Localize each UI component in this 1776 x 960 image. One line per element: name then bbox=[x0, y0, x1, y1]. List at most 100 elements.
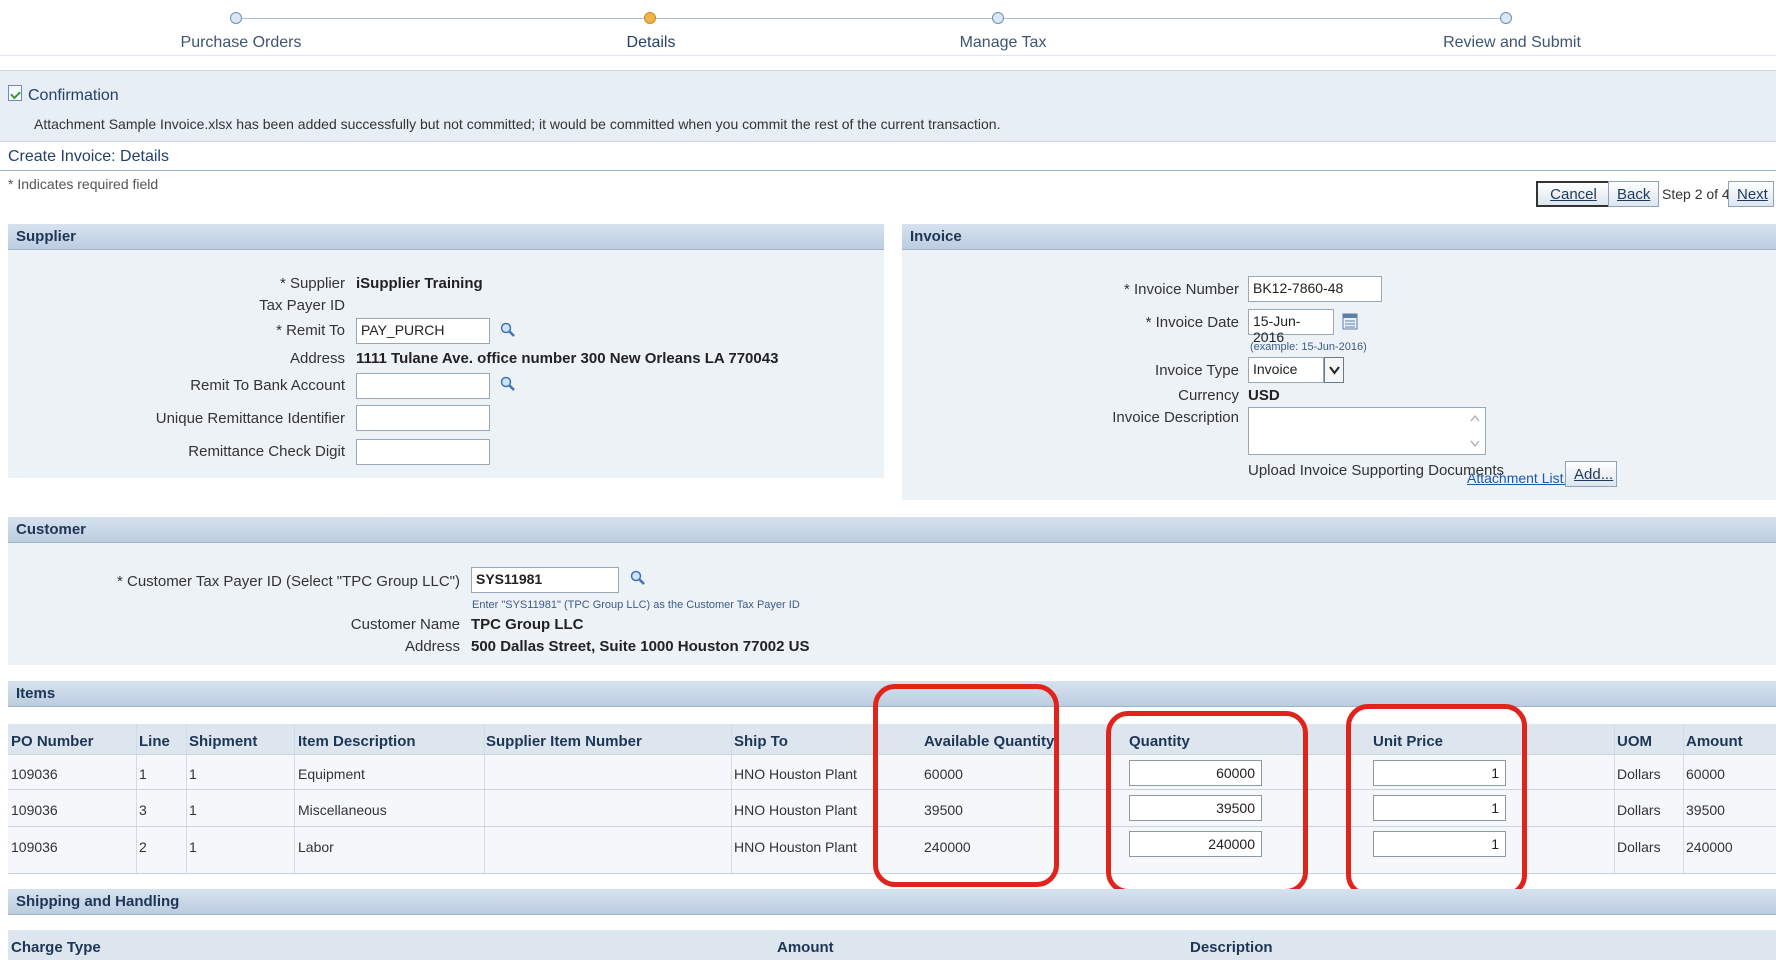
remittance-check-digit-input[interactable] bbox=[356, 439, 490, 465]
invoice-date-hint: (example: 15-Jun-2016) bbox=[1250, 341, 1367, 353]
col-ship-to: Ship To bbox=[734, 733, 788, 750]
row3-description: Labor bbox=[298, 839, 334, 855]
invoice-type-dropdown[interactable] bbox=[1324, 357, 1344, 383]
row1-amount: 60000 bbox=[1686, 766, 1725, 782]
cancel-button[interactable]: Cancel bbox=[1536, 181, 1611, 207]
col-uom: UOM bbox=[1617, 733, 1652, 750]
train-step-details: Details bbox=[626, 34, 676, 51]
chevron-down-icon bbox=[1329, 366, 1340, 375]
available-quantity-highlight bbox=[873, 684, 1059, 887]
unique-remittance-label: Unique Remittance Identifier bbox=[155, 410, 345, 427]
customer-name-value: TPC Group LLC bbox=[471, 616, 584, 633]
confirmation-message: Attachment Sample Invoice.xlsx has been … bbox=[34, 116, 1001, 132]
add-attachment-button[interactable]: Add... bbox=[1565, 461, 1617, 487]
unique-remittance-input[interactable] bbox=[356, 405, 490, 431]
col-divider bbox=[186, 724, 187, 874]
supplier-header: Supplier bbox=[8, 224, 884, 250]
unit-price-highlight bbox=[1346, 704, 1527, 897]
col-divider bbox=[484, 724, 485, 874]
tax-payer-id-label: Tax Payer ID bbox=[259, 297, 345, 314]
invoice-type-label: Invoice Type bbox=[1155, 362, 1239, 379]
customer-search-icon[interactable] bbox=[630, 570, 646, 586]
page-title-divider bbox=[0, 170, 1776, 171]
row1-shipment: 1 bbox=[189, 766, 197, 782]
invoice-date-label: * Invoice Date bbox=[1145, 314, 1239, 331]
customer-address-label: Address bbox=[404, 638, 460, 655]
confirmation-icon bbox=[8, 85, 22, 101]
bank-account-search-icon[interactable] bbox=[500, 376, 516, 392]
required-field-note: * Indicates required field bbox=[8, 176, 159, 192]
customer-tax-payer-input[interactable]: SYS11981 bbox=[471, 567, 619, 593]
col-po-number: PO Number bbox=[11, 733, 94, 750]
next-button[interactable]: Next bbox=[1728, 181, 1774, 207]
train-step-dot-details bbox=[644, 12, 656, 24]
row1-po: 109036 bbox=[11, 766, 58, 782]
row2-amount: 39500 bbox=[1686, 802, 1725, 818]
train-step-dot-purchase-orders bbox=[230, 12, 242, 24]
row2-po: 109036 bbox=[11, 802, 58, 818]
remittance-check-digit-label: Remittance Check Digit bbox=[188, 443, 345, 460]
col-divider bbox=[1683, 724, 1684, 874]
invoice-date-input[interactable]: 15-Jun-2016 bbox=[1248, 309, 1334, 345]
customer-address-value: 500 Dallas Street, Suite 1000 Houston 77… bbox=[471, 638, 810, 655]
invoice-header: Invoice bbox=[902, 224, 1776, 250]
col-item-description: Item Description bbox=[298, 733, 416, 750]
col-charge-type: Charge Type bbox=[11, 939, 101, 956]
train-line bbox=[236, 18, 1506, 19]
remit-to-label: * Remit To bbox=[276, 322, 345, 339]
col-divider bbox=[294, 724, 295, 874]
row3-uom: Dollars bbox=[1617, 839, 1661, 855]
row1-uom: Dollars bbox=[1617, 766, 1661, 782]
row2-ship-to: HNO Houston Plant bbox=[734, 802, 857, 818]
train-step-purchase-orders[interactable]: Purchase Orders bbox=[181, 34, 302, 52]
row3-line: 2 bbox=[139, 839, 147, 855]
remit-bank-account-label: Remit To Bank Account bbox=[190, 377, 345, 394]
row2-shipment: 1 bbox=[189, 802, 197, 818]
confirmation-banner: Confirmation Attachment Sample Invoice.x… bbox=[0, 70, 1776, 142]
invoice-number-label: * Invoice Number bbox=[1123, 281, 1239, 298]
col-divider bbox=[136, 724, 137, 874]
invoice-type-select[interactable]: Invoice bbox=[1248, 357, 1324, 383]
shipping-table-header-row bbox=[8, 930, 1776, 960]
customer-header: Customer bbox=[8, 517, 1776, 543]
customer-tax-payer-hint: Enter "SYS11981" (TPC Group LLC) as the … bbox=[472, 599, 800, 611]
col-line: Line bbox=[139, 733, 170, 750]
row3-amount: 240000 bbox=[1686, 839, 1733, 855]
row1-ship-to: HNO Houston Plant bbox=[734, 766, 857, 782]
row3-po: 109036 bbox=[11, 839, 58, 855]
col-amount: Amount bbox=[1686, 733, 1743, 750]
currency-value: USD bbox=[1248, 387, 1280, 404]
supplier-label: * Supplier bbox=[279, 275, 345, 292]
confirmation-title: Confirmation bbox=[28, 87, 119, 104]
train-step-dot-manage-tax bbox=[992, 12, 1004, 24]
supplier-address-value: 1111 Tulane Ave. office number 300 New O… bbox=[356, 350, 779, 367]
calendar-icon[interactable] bbox=[1342, 312, 1358, 330]
col-shipping-description: Description bbox=[1190, 939, 1273, 956]
col-shipment: Shipment bbox=[189, 733, 258, 750]
customer-name-label: Customer Name bbox=[350, 616, 460, 633]
quantity-highlight bbox=[1106, 711, 1308, 894]
remit-to-input[interactable]: PAY_PURCH bbox=[356, 318, 490, 344]
remit-bank-account-input[interactable] bbox=[356, 373, 490, 399]
attachment-list-link[interactable]: Attachment List... bbox=[1467, 470, 1575, 486]
row2-description: Miscellaneous bbox=[298, 802, 387, 818]
upload-documents-label: Upload Invoice Supporting Documents bbox=[1248, 462, 1504, 479]
remit-to-search-icon[interactable] bbox=[500, 322, 516, 338]
train-step-manage-tax[interactable]: Manage Tax bbox=[960, 34, 1047, 52]
process-train: Purchase Orders Details Manage Tax Revie… bbox=[0, 0, 1776, 56]
col-shipping-amount: Amount bbox=[777, 939, 834, 956]
col-divider bbox=[1614, 724, 1615, 874]
page-title: Create Invoice: Details bbox=[8, 148, 169, 165]
step-indicator: Step 2 of 4 bbox=[1662, 186, 1730, 202]
invoice-number-input[interactable]: BK12-7860-48 bbox=[1248, 276, 1382, 302]
row1-description: Equipment bbox=[298, 766, 365, 782]
textarea-scroll-icon[interactable] bbox=[1470, 413, 1480, 449]
back-button[interactable]: Back bbox=[1608, 181, 1659, 207]
customer-tax-payer-label: * Customer Tax Payer ID (Select "TPC Gro… bbox=[117, 573, 460, 590]
train-step-review-submit[interactable]: Review and Submit bbox=[1443, 34, 1581, 52]
col-supplier-item-number: Supplier Item Number bbox=[486, 733, 642, 750]
invoice-description-label: Invoice Description bbox=[1112, 409, 1239, 426]
row1-line: 1 bbox=[139, 766, 147, 782]
invoice-description-textarea[interactable] bbox=[1248, 407, 1486, 455]
currency-label: Currency bbox=[1178, 387, 1239, 404]
